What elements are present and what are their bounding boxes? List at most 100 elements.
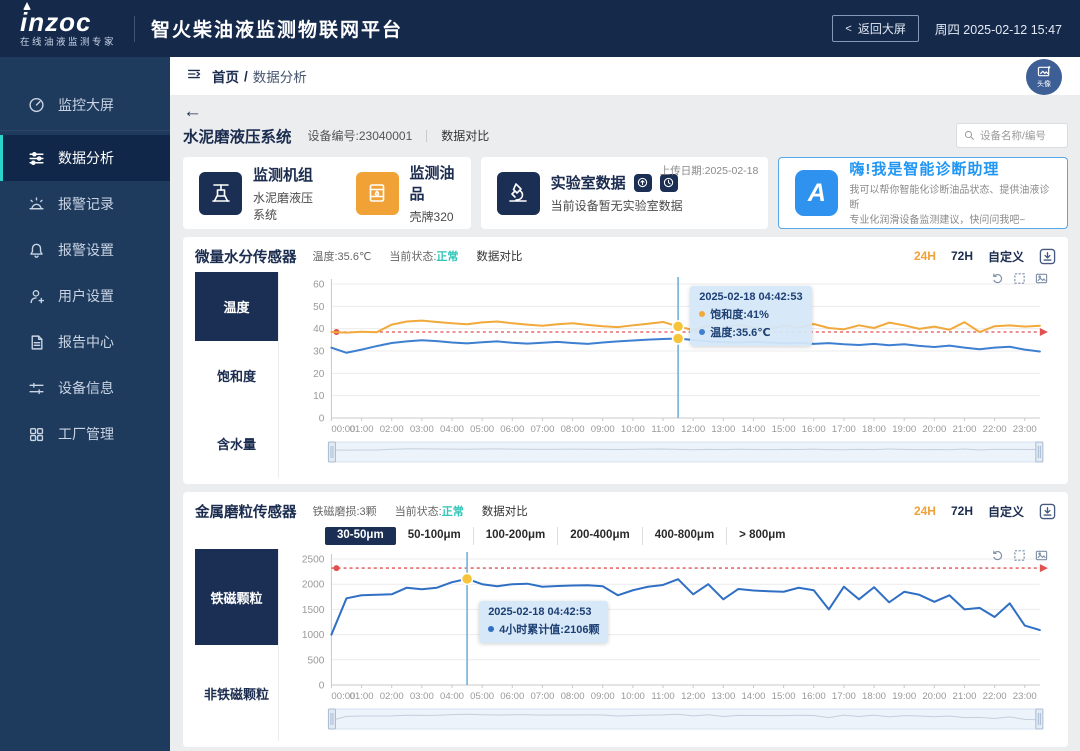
sidebar-item-label: 监控大屏 — [58, 95, 114, 115]
range-custom-button[interactable]: 自定义 — [988, 503, 1024, 520]
download-icon[interactable] — [1039, 248, 1056, 265]
zoom-select-icon[interactable] — [1013, 549, 1026, 562]
sidebar-item-alarm-settings[interactable]: 报警设置 — [0, 227, 170, 273]
svg-text:500: 500 — [308, 655, 325, 666]
monitor-unit-subtitle: 水泥磨液压系统 — [253, 189, 319, 223]
app-window: inzoc 在线油液监测专家 智火柴油液监测物联网平台 < 返回大屏 周四 20… — [0, 0, 1080, 751]
collapse-menu-icon[interactable] — [186, 66, 202, 87]
return-big-screen-button[interactable]: < 返回大屏 — [832, 15, 918, 42]
size-tab-50-100[interactable]: 50-100μm — [396, 527, 474, 545]
range-custom-button[interactable]: 自定义 — [988, 248, 1024, 265]
moisture-sensor-panel: 微量水分传感器 温度:35.6℃ 当前状态:正常 数据对比 24H 72H 自定… — [183, 237, 1068, 484]
download-icon[interactable] — [1039, 503, 1056, 520]
ai-desc-line1: 我可以帮你智能化诊断油品状态、提供油液诊断 — [849, 183, 1051, 213]
particle-panel-title: 金属磨粒传感器 — [195, 501, 297, 522]
svg-text:05:00: 05:00 — [470, 691, 494, 702]
ai-assistant-card[interactable]: A 嗨!我是智能诊断助理 我可以帮你智能化诊断油品状态、提供油液诊断 专业化润滑… — [778, 157, 1068, 229]
zoom-select-icon[interactable] — [1013, 272, 1026, 285]
sidebar-item-label: 用户设置 — [58, 286, 114, 306]
status-badge: 正常 — [442, 506, 464, 518]
particle-compare-link[interactable]: 数据对比 — [482, 503, 528, 519]
user-avatar[interactable]: 头像 — [1026, 59, 1062, 95]
svg-text:04:00: 04:00 — [440, 691, 464, 702]
device-search-input[interactable] — [980, 130, 1060, 142]
svg-text:1500: 1500 — [302, 605, 325, 616]
sidebar-nav: 监控大屏 数据分析 报警记录 报警设置 — [0, 57, 170, 751]
svg-text:20:00: 20:00 — [922, 691, 946, 702]
particle-metric-tabs: 铁磁颗粒 非铁磁颗粒 — [195, 549, 279, 741]
breadcrumb: 首页 / 数据分析 头像 — [170, 57, 1080, 95]
size-tab-400-800[interactable]: 400-800μm — [643, 527, 727, 545]
svg-text:18:00: 18:00 — [862, 424, 886, 435]
svg-text:10: 10 — [313, 391, 325, 402]
svg-text:17:00: 17:00 — [832, 691, 856, 702]
svg-text:09:00: 09:00 — [591, 424, 615, 435]
bell-icon — [28, 242, 45, 259]
range-24h-button[interactable]: 24H — [914, 504, 936, 518]
svg-text:13:00: 13:00 — [711, 424, 735, 435]
svg-text:14:00: 14:00 — [741, 691, 765, 702]
size-tab-30-50[interactable]: 30-50μm — [325, 527, 396, 545]
device-search-box — [956, 123, 1068, 148]
breadcrumb-current[interactable]: 数据分析 — [253, 66, 307, 86]
svg-text:0: 0 — [319, 681, 325, 692]
moisture-temp-meta: 温度:35.6℃ — [313, 248, 372, 264]
monitor-unit-group: 监测机组 水泥磨液压系统 — [199, 164, 319, 223]
sidebar-item-label: 设备信息 — [58, 378, 114, 398]
device-title: 水泥磨液压系统 — [183, 125, 292, 147]
tab-ferromagnetic[interactable]: 铁磁颗粒 — [195, 549, 278, 645]
ai-assistant-title: 嗨!我是智能诊断助理 — [849, 158, 1051, 179]
tab-water-content[interactable]: 含水量 — [195, 409, 278, 478]
size-tab-800plus[interactable]: > 800μm — [727, 527, 797, 545]
back-arrow-icon[interactable]: ← — [183, 102, 202, 121]
sidebar-item-device-info[interactable]: 设备信息 — [0, 365, 170, 411]
particle-chart[interactable]: 0500100015002000250000:0001:0002:0003:00… — [285, 549, 1056, 741]
platform-title: 智火柴油液监测物联网平台 — [151, 15, 403, 42]
sidebar-item-user-settings[interactable]: 用户设置 — [0, 273, 170, 319]
sidebar-item-factory-management[interactable]: 工厂管理 — [0, 411, 170, 457]
restore-icon[interactable] — [991, 272, 1004, 285]
save-image-icon[interactable] — [1035, 549, 1048, 562]
svg-text:02:00: 02:00 — [380, 691, 404, 702]
upload-icon[interactable] — [634, 174, 652, 192]
range-72h-button[interactable]: 72H — [951, 249, 973, 263]
sidebar-item-report-center[interactable]: 报告中心 — [0, 319, 170, 365]
sidebar-item-monitor-screen[interactable]: 监控大屏 — [0, 79, 170, 131]
moisture-chart[interactable]: 010203040506000:0001:0002:0003:0004:0005… — [285, 272, 1056, 478]
size-tab-200-400[interactable]: 200-400μm — [558, 527, 642, 545]
tab-non-ferromagnetic[interactable]: 非铁磁颗粒 — [195, 645, 278, 741]
restore-icon[interactable] — [991, 549, 1004, 562]
svg-text:2500: 2500 — [302, 555, 325, 566]
sidebar-item-label: 报警记录 — [58, 194, 114, 214]
svg-text:1000: 1000 — [302, 630, 325, 641]
tab-saturation[interactable]: 饱和度 — [195, 341, 278, 410]
logo-tagline: 在线油液监测专家 — [20, 38, 116, 48]
range-72h-button[interactable]: 72H — [951, 504, 973, 518]
lab-data-title: 实验室数据 — [551, 172, 626, 193]
gauge-icon — [28, 96, 45, 113]
tab-temperature[interactable]: 温度 — [195, 272, 278, 341]
svg-text:04:00: 04:00 — [440, 424, 464, 435]
svg-text:02:00: 02:00 — [380, 424, 404, 435]
svg-text:18:00: 18:00 — [862, 691, 886, 702]
range-24h-button[interactable]: 24H — [914, 249, 936, 263]
data-compare-link[interactable]: 数据对比 — [441, 127, 489, 144]
moisture-compare-link[interactable]: 数据对比 — [476, 248, 522, 264]
monitor-oil-group: 监测油品 壳牌320 — [356, 162, 455, 225]
svg-text:19:00: 19:00 — [892, 691, 916, 702]
avatar-label: 头像 — [1037, 79, 1051, 89]
report-document-icon — [28, 334, 45, 351]
sidebar-item-data-analysis[interactable]: 数据分析 — [0, 135, 170, 181]
svg-text:01:00: 01:00 — [350, 424, 374, 435]
size-tab-100-200[interactable]: 100-200μm — [474, 527, 558, 545]
svg-text:17:00: 17:00 — [832, 424, 856, 435]
svg-text:03:00: 03:00 — [410, 691, 434, 702]
svg-text:22:00: 22:00 — [983, 424, 1007, 435]
svg-text:01:00: 01:00 — [350, 691, 374, 702]
svg-text:06:00: 06:00 — [500, 424, 524, 435]
breadcrumb-home[interactable]: 首页 — [212, 66, 239, 86]
save-image-icon[interactable] — [1035, 272, 1048, 285]
sidebar-item-alarm-record[interactable]: 报警记录 — [0, 181, 170, 227]
svg-text:23:00: 23:00 — [1013, 424, 1037, 435]
divider — [426, 130, 427, 142]
